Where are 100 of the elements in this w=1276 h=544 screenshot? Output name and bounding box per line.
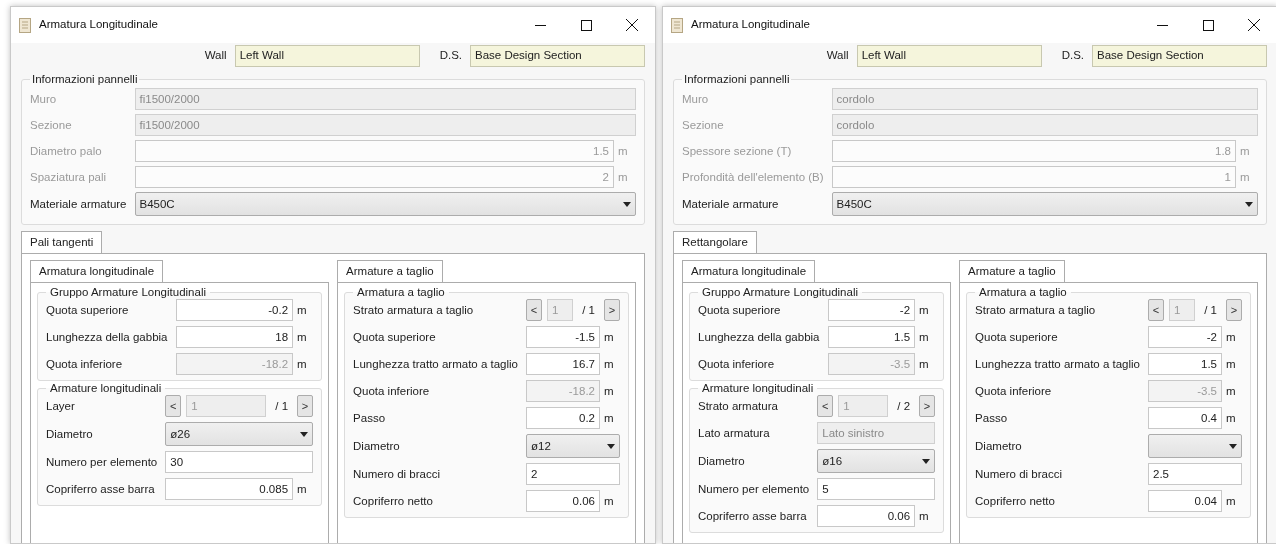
field-label: Passo xyxy=(975,410,1009,426)
field-label: Sezione xyxy=(682,117,725,133)
unit-label: m xyxy=(1225,329,1237,345)
field-label: Copriferro netto xyxy=(975,493,1056,509)
input-field[interactable]: 5 xyxy=(817,478,936,501)
unit-label: m xyxy=(1239,143,1251,159)
wall-field[interactable]: Left Wall xyxy=(234,45,420,67)
minimize-icon xyxy=(1156,24,1168,26)
field-label: Diametro xyxy=(46,426,94,442)
field-label: Quota superiore xyxy=(975,329,1059,345)
group-title: Gruppo Armature Longitudinali xyxy=(701,285,859,300)
field-label: Sezione xyxy=(30,117,73,133)
dropdown-caret-icon xyxy=(607,443,615,449)
dropdown-value: B450C xyxy=(139,196,175,212)
field-label: Layer xyxy=(46,398,76,414)
unit-label: m xyxy=(603,383,615,399)
field-label: Lato armatura xyxy=(698,425,771,441)
unit-label: m xyxy=(296,356,308,372)
field-label: Materiale armature xyxy=(682,196,780,212)
group-title: Armature longitudinali xyxy=(701,381,815,396)
field-label: Passo xyxy=(353,410,387,426)
design-section-label: D.S. xyxy=(439,48,462,64)
field-label: Quota inferiore xyxy=(46,356,124,372)
field-label: Strato armatura a taglio xyxy=(353,302,475,318)
wall-field[interactable]: Left Wall xyxy=(856,45,1042,67)
unit-label: m xyxy=(918,302,930,318)
number-field[interactable]: -1.5 xyxy=(526,326,600,349)
layer-count: / 1 xyxy=(581,302,596,318)
maximize-icon xyxy=(1202,19,1214,31)
field-label: Spessore sezione (T) xyxy=(682,143,793,159)
field-label: Lunghezza della gabbia xyxy=(698,329,821,345)
close-icon xyxy=(626,19,638,31)
group-title: Armature longitudinali xyxy=(49,381,163,396)
number-field[interactable]: -2 xyxy=(827,299,916,322)
number-field[interactable]: 1.5 xyxy=(827,326,916,349)
number-field[interactable]: 0.2 xyxy=(526,407,600,430)
dropdown-caret-icon xyxy=(1229,443,1237,449)
field-label: Quota superiore xyxy=(353,329,437,345)
input-field[interactable]: 2.5 xyxy=(1148,463,1242,486)
dropdown[interactable]: ø26 xyxy=(165,422,314,447)
field-label: Quota inferiore xyxy=(975,383,1053,399)
unit-label: m xyxy=(617,169,629,185)
dropdown[interactable]: ø12 xyxy=(526,434,620,459)
group-title: Armatura a taglio xyxy=(356,285,446,300)
dropdown[interactable]: B450C xyxy=(134,192,636,217)
layer-count: / 2 xyxy=(896,398,912,414)
number-field[interactable]: 0.06 xyxy=(526,490,600,513)
field-label: Diametro xyxy=(698,453,746,469)
dropdown-value: B450C xyxy=(836,196,872,212)
dropdown-caret-icon xyxy=(1245,201,1253,207)
maximize-icon xyxy=(580,19,592,31)
design-section-label: D.S. xyxy=(1061,48,1084,64)
dropdown-caret-icon xyxy=(623,201,631,207)
dropdown-caret-icon xyxy=(922,458,931,464)
design-section-field[interactable]: Base Design Section xyxy=(470,45,645,67)
tab[interactable]: Armature a taglio xyxy=(337,260,443,283)
unit-label: m xyxy=(1225,383,1237,399)
dropdown-value: ø26 xyxy=(170,426,191,442)
field-label: Strato armatura xyxy=(698,398,779,414)
dropdown[interactable] xyxy=(1148,434,1242,459)
unit-label: m xyxy=(1225,356,1237,372)
input-field[interactable]: 30 xyxy=(165,451,314,474)
number-field[interactable]: 0.085 xyxy=(165,478,294,501)
unit-label: m xyxy=(603,356,615,372)
tab[interactable]: Armature a taglio xyxy=(959,260,1065,283)
number-field[interactable]: 18 xyxy=(175,326,294,349)
panel-title: Informazioni pannelli xyxy=(683,72,791,87)
dropdown[interactable]: ø16 xyxy=(817,449,936,474)
number-field[interactable]: 16.7 xyxy=(526,353,600,376)
number-field[interactable]: 0.4 xyxy=(1148,407,1222,430)
number-field[interactable]: 0.04 xyxy=(1148,490,1222,513)
tab[interactable]: Armatura longitudinale xyxy=(682,260,816,283)
group-title: Armatura a taglio xyxy=(978,285,1068,300)
tab[interactable]: Rettangolare xyxy=(673,231,757,254)
number-field[interactable]: -0.2 xyxy=(175,299,294,322)
field-label: Copriferro asse barra xyxy=(46,481,156,497)
field-label: Numero di bracci xyxy=(353,466,441,482)
close-icon xyxy=(1248,19,1260,31)
number-field[interactable]: -2 xyxy=(1148,326,1222,349)
field-label: Quota inferiore xyxy=(353,383,431,399)
field-label: Numero per elemento xyxy=(698,481,811,497)
unit-label: m xyxy=(1225,493,1237,509)
dropdown[interactable]: B450C xyxy=(831,192,1258,217)
field-label: Diametro xyxy=(353,438,401,454)
field-label: Muro xyxy=(30,91,58,107)
design-section-field[interactable]: Base Design Section xyxy=(1092,45,1267,67)
field-label: Quota superiore xyxy=(46,302,130,318)
dropdown-value: ø12 xyxy=(531,438,551,454)
layer-count: / 1 xyxy=(1203,302,1218,318)
field-label: Quota inferiore xyxy=(698,356,776,372)
window-title: Armatura Longitudinale xyxy=(691,17,810,33)
field-label: Copriferro netto xyxy=(353,493,434,509)
tab[interactable]: Armatura longitudinale xyxy=(30,260,164,283)
field-label: Profondità dell'elemento (B) xyxy=(682,169,825,185)
input-field[interactable]: 2 xyxy=(526,463,620,486)
number-field[interactable]: 0.06 xyxy=(817,505,916,528)
field-label: Diametro xyxy=(975,438,1023,454)
number-field[interactable]: 1.5 xyxy=(1148,353,1222,376)
tab[interactable]: Pali tangenti xyxy=(21,231,103,254)
wall-label: Wall xyxy=(826,48,849,64)
